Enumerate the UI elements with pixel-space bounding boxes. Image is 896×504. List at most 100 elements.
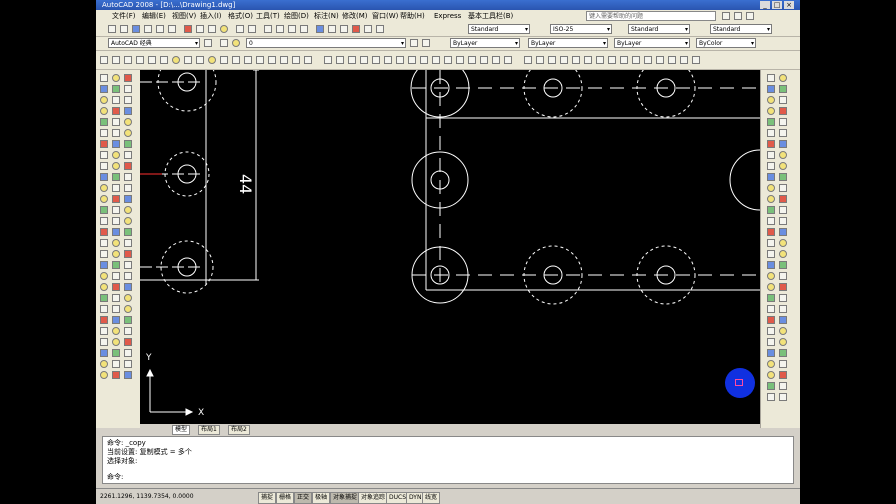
left-tool-icon[interactable] bbox=[100, 184, 108, 192]
publish-icon[interactable] bbox=[168, 25, 176, 33]
explode-icon[interactable] bbox=[504, 56, 512, 64]
sheet-set-icon[interactable] bbox=[352, 25, 360, 33]
left-tool-icon[interactable] bbox=[112, 162, 120, 170]
array-icon[interactable] bbox=[372, 56, 380, 64]
right-tool-icon[interactable] bbox=[767, 107, 775, 115]
zoom-realtime-icon[interactable] bbox=[276, 25, 284, 33]
maximize-button[interactable]: □ bbox=[772, 1, 782, 9]
left-tool-icon[interactable] bbox=[112, 294, 120, 302]
dim-update-icon[interactable] bbox=[692, 56, 700, 64]
left-tool-icon[interactable] bbox=[100, 228, 108, 236]
ellipse-icon[interactable] bbox=[208, 56, 216, 64]
right-tool-icon[interactable] bbox=[767, 305, 775, 313]
left-tool-icon[interactable] bbox=[112, 283, 120, 291]
snap-button[interactable]: 捕捉 bbox=[258, 492, 277, 504]
left-tool-icon[interactable] bbox=[100, 195, 108, 203]
right-tool-icon[interactable] bbox=[779, 118, 787, 126]
right-tool-icon[interactable] bbox=[767, 316, 775, 324]
right-tool-icon[interactable] bbox=[767, 360, 775, 368]
linetype-combo[interactable]: ByLayer bbox=[528, 38, 608, 48]
right-tool-icon[interactable] bbox=[779, 294, 787, 302]
left-tool-icon[interactable] bbox=[100, 283, 108, 291]
menu-express[interactable]: Express bbox=[434, 12, 461, 21]
left-tool-icon[interactable] bbox=[112, 74, 120, 82]
left-tool-icon[interactable] bbox=[100, 74, 108, 82]
quick-dim-icon[interactable] bbox=[620, 56, 628, 64]
left-tool-icon[interactable] bbox=[100, 140, 108, 148]
left-tool-icon[interactable] bbox=[100, 206, 108, 214]
text-style-combo[interactable]: Standard bbox=[468, 24, 530, 34]
copy-object-icon[interactable] bbox=[336, 56, 344, 64]
cut-icon[interactable] bbox=[184, 25, 192, 33]
right-tool-icon[interactable] bbox=[779, 85, 787, 93]
left-tool-icon[interactable] bbox=[112, 85, 120, 93]
menu-format[interactable]: 格式(O) bbox=[228, 12, 253, 21]
pan-icon[interactable] bbox=[264, 25, 272, 33]
right-tool-icon[interactable] bbox=[779, 140, 787, 148]
make-current-layer-icon[interactable] bbox=[410, 39, 418, 47]
right-tool-icon[interactable] bbox=[767, 228, 775, 236]
right-tool-icon[interactable] bbox=[779, 74, 787, 82]
jogged-dim-icon[interactable] bbox=[584, 56, 592, 64]
extend-icon[interactable] bbox=[444, 56, 452, 64]
ortho-button[interactable]: 正交 bbox=[294, 492, 313, 504]
menu-file[interactable]: 文件(F) bbox=[112, 12, 136, 21]
left-tool-icon[interactable] bbox=[112, 261, 120, 269]
arc-icon[interactable] bbox=[160, 56, 168, 64]
rectangle-icon[interactable] bbox=[148, 56, 156, 64]
left-tool-icon[interactable] bbox=[100, 217, 108, 225]
chamfer-icon[interactable] bbox=[480, 56, 488, 64]
left-tool-icon[interactable] bbox=[124, 140, 132, 148]
left-tool-icon[interactable] bbox=[100, 294, 108, 302]
stretch-icon[interactable] bbox=[420, 56, 428, 64]
star-icon[interactable] bbox=[734, 12, 742, 20]
left-tool-icon[interactable] bbox=[100, 129, 108, 137]
right-tool-icon[interactable] bbox=[779, 305, 787, 313]
left-tool-icon[interactable] bbox=[124, 360, 132, 368]
right-tool-icon[interactable] bbox=[779, 338, 787, 346]
workspace-settings-icon[interactable] bbox=[204, 39, 212, 47]
left-tool-icon[interactable] bbox=[100, 118, 108, 126]
right-tool-icon[interactable] bbox=[779, 360, 787, 368]
layer-previous-icon[interactable] bbox=[422, 39, 430, 47]
left-tool-icon[interactable] bbox=[112, 173, 120, 181]
left-tool-icon[interactable] bbox=[112, 360, 120, 368]
right-tool-icon[interactable] bbox=[767, 261, 775, 269]
right-tool-icon[interactable] bbox=[767, 272, 775, 280]
left-tool-icon[interactable] bbox=[124, 74, 132, 82]
osnap-button[interactable]: 对象捕捉 bbox=[330, 492, 361, 504]
right-tool-icon[interactable] bbox=[767, 283, 775, 291]
make-block-icon[interactable] bbox=[232, 56, 240, 64]
point-icon[interactable] bbox=[244, 56, 252, 64]
redo-icon[interactable] bbox=[248, 25, 256, 33]
right-tool-icon[interactable] bbox=[767, 349, 775, 357]
left-tool-icon[interactable] bbox=[100, 107, 108, 115]
spline-icon[interactable] bbox=[196, 56, 204, 64]
right-tool-icon[interactable] bbox=[767, 162, 775, 170]
left-tool-icon[interactable] bbox=[124, 85, 132, 93]
open-icon[interactable] bbox=[120, 25, 128, 33]
zoom-window-icon[interactable] bbox=[288, 25, 296, 33]
menu-insert[interactable]: 插入(I) bbox=[200, 12, 222, 21]
region-icon[interactable] bbox=[280, 56, 288, 64]
plot-icon[interactable] bbox=[144, 25, 152, 33]
right-tool-icon[interactable] bbox=[767, 338, 775, 346]
erase-icon[interactable] bbox=[324, 56, 332, 64]
left-tool-icon[interactable] bbox=[100, 371, 108, 379]
grid-button[interactable]: 栅格 bbox=[276, 492, 295, 504]
table-icon[interactable] bbox=[292, 56, 300, 64]
right-tool-icon[interactable] bbox=[767, 217, 775, 225]
scale-icon[interactable] bbox=[408, 56, 416, 64]
markup-icon[interactable] bbox=[364, 25, 372, 33]
right-tool-icon[interactable] bbox=[767, 118, 775, 126]
tab-layout2[interactable]: 布局2 bbox=[228, 425, 250, 435]
left-tool-icon[interactable] bbox=[124, 206, 132, 214]
right-tool-icon[interactable] bbox=[767, 393, 775, 401]
right-tool-icon[interactable] bbox=[779, 217, 787, 225]
left-tool-icon[interactable] bbox=[112, 118, 120, 126]
right-tool-icon[interactable] bbox=[767, 294, 775, 302]
left-tool-icon[interactable] bbox=[124, 162, 132, 170]
layer-combo[interactable]: 0 bbox=[246, 38, 406, 48]
left-tool-icon[interactable] bbox=[100, 349, 108, 357]
undo-icon[interactable] bbox=[236, 25, 244, 33]
